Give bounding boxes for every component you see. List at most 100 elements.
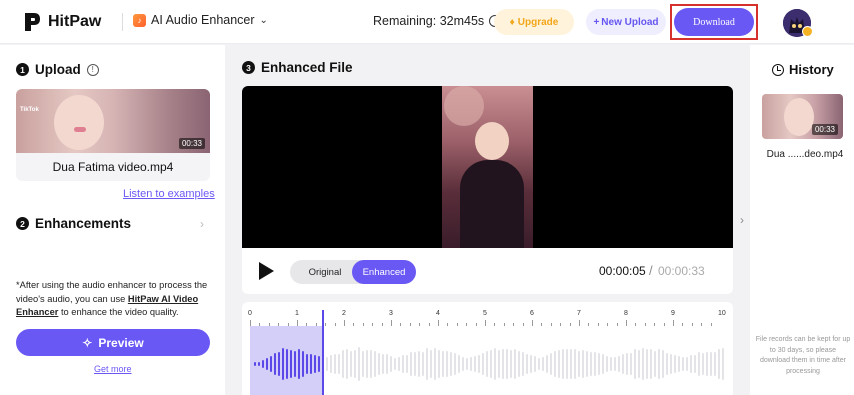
- waveform-bar: [586, 350, 588, 378]
- thumbnail-face: [54, 95, 104, 150]
- file-name: Dua Fatima video.mp4: [16, 153, 210, 181]
- enhanced-file-label: Enhanced File: [261, 60, 353, 75]
- tick-label: 1: [295, 310, 299, 317]
- chevron-right-icon[interactable]: ›: [200, 217, 204, 231]
- waveform-bar: [558, 350, 560, 378]
- audio-timeline[interactable]: 0 1 2 3 4 5 6 7 8 9 10: [242, 302, 733, 395]
- upgrade-button[interactable]: ♦ Upgrade: [494, 9, 574, 35]
- waveform-bar: [422, 351, 424, 377]
- waveform-bar: [638, 350, 640, 378]
- hitpaw-logo-icon: [25, 13, 40, 31]
- crown-badge-icon: [802, 26, 813, 37]
- waveform-bar: [646, 348, 648, 380]
- total-time: 00:00:33: [658, 264, 705, 278]
- waveform-bar: [378, 352, 380, 376]
- waveform-bar: [618, 355, 620, 373]
- preview-button[interactable]: ✧ Preview: [16, 329, 210, 356]
- waveform-bar: [642, 347, 644, 381]
- waveform-bar: [686, 357, 688, 371]
- enhancements-section-title[interactable]: 2 Enhancements: [16, 216, 131, 231]
- playhead[interactable]: [322, 310, 324, 395]
- waveform-bar: [550, 353, 552, 375]
- waveform-bar: [626, 352, 628, 376]
- waveform-bar: [302, 350, 304, 378]
- history-item-thumbnail[interactable]: 00:33: [762, 94, 843, 139]
- waveform-bar: [290, 349, 292, 379]
- waveform-bar: [350, 351, 352, 377]
- waveform-bar: [318, 356, 320, 372]
- waveform-bar: [498, 350, 500, 378]
- waveform-bar: [370, 350, 372, 378]
- waveform-bar: [670, 354, 672, 374]
- waveform-bar: [382, 354, 384, 374]
- history-thumbnail-face: [784, 98, 814, 136]
- enhanced-file-title: 3 Enhanced File: [242, 60, 353, 75]
- plus-icon: +: [593, 16, 600, 28]
- hitpaw-logo[interactable]: HitPaw: [22, 11, 101, 33]
- left-panel: 1 Upload ! TikTok 00:33 Dua Fatima video…: [0, 45, 225, 395]
- video-player[interactable]: [242, 86, 733, 248]
- upload-title: Upload: [35, 62, 81, 77]
- uploaded-video-thumbnail[interactable]: TikTok 00:33: [16, 89, 210, 153]
- waveform-bar: [630, 352, 632, 376]
- original-mode-button[interactable]: Original: [296, 260, 354, 284]
- waveform-bar: [338, 353, 340, 375]
- enhancements-title: Enhancements: [35, 216, 132, 231]
- waveform[interactable]: [250, 310, 728, 395]
- tick-label: 5: [483, 310, 487, 317]
- waveform-bar: [362, 350, 364, 378]
- waveform-bar: [570, 348, 572, 380]
- top-bar: HitPaw ♪ AI Audio Enhancer ⌄ Remaining: …: [0, 0, 854, 44]
- waveform-bar: [286, 348, 288, 380]
- player-controls: Original Enhanced 00:00:05 / 00:00:33: [242, 248, 733, 294]
- waveform-bar: [574, 348, 576, 379]
- step-badge: 1: [16, 63, 29, 76]
- history-retention-note: File records can be kept for up to 30 da…: [755, 336, 851, 375]
- waveform-bar: [462, 356, 464, 372]
- chevron-right-icon[interactable]: ›: [736, 208, 748, 232]
- waveform-bar: [654, 351, 656, 377]
- waveform-bar: [650, 349, 652, 379]
- waveform-bar: [478, 354, 480, 374]
- upload-info-icon[interactable]: !: [86, 63, 99, 76]
- note-text-end: to enhance the video quality.: [58, 307, 179, 317]
- waveform-bar: [254, 362, 256, 366]
- waveform-bar: [434, 347, 436, 381]
- time-separator: /: [649, 263, 653, 278]
- waveform-bar: [354, 349, 356, 379]
- waveform-bar: [598, 352, 600, 376]
- mode-toggle: Original Enhanced: [290, 260, 416, 284]
- waveform-bar: [482, 352, 484, 376]
- waveform-bar: [666, 352, 668, 376]
- waveform-bar: [390, 356, 392, 372]
- enhancer-note: *After using the audio enhancer to proce…: [16, 279, 212, 320]
- remaining-time: Remaining: 32m45s !: [373, 14, 502, 28]
- waveform-bar: [454, 352, 456, 376]
- listen-to-examples-link[interactable]: Listen to examples: [123, 188, 215, 200]
- waveform-bar: [486, 350, 488, 378]
- waveform-bar: [274, 353, 276, 375]
- tick-label: 9: [671, 310, 675, 317]
- product-selector[interactable]: ♪ AI Audio Enhancer ⌄: [133, 13, 268, 27]
- new-upload-button[interactable]: + New Upload: [586, 9, 666, 35]
- waveform-bar: [682, 357, 684, 371]
- waveform-bar: [282, 347, 284, 381]
- remaining-text: Remaining: 32m45s: [373, 14, 485, 28]
- waveform-bar: [314, 355, 316, 373]
- get-more-link[interactable]: Get more: [94, 364, 132, 374]
- waveform-bar: [614, 357, 616, 371]
- audio-enhancer-icon: ♪: [133, 13, 146, 27]
- waveform-bar: [538, 357, 540, 371]
- waveform-bar: [522, 352, 524, 376]
- enhanced-mode-button[interactable]: Enhanced: [352, 260, 416, 284]
- waveform-bar: [706, 352, 708, 376]
- waveform-bar: [494, 348, 496, 380]
- video-duration: 00:33: [178, 138, 205, 149]
- waveform-bar: [662, 349, 664, 379]
- waveform-bar: [474, 355, 476, 373]
- play-icon[interactable]: [259, 262, 274, 280]
- video-frame: [442, 86, 533, 248]
- logo-text: HitPaw: [48, 13, 102, 30]
- diamond-icon: ♦: [509, 16, 515, 28]
- download-button[interactable]: Download: [674, 8, 754, 36]
